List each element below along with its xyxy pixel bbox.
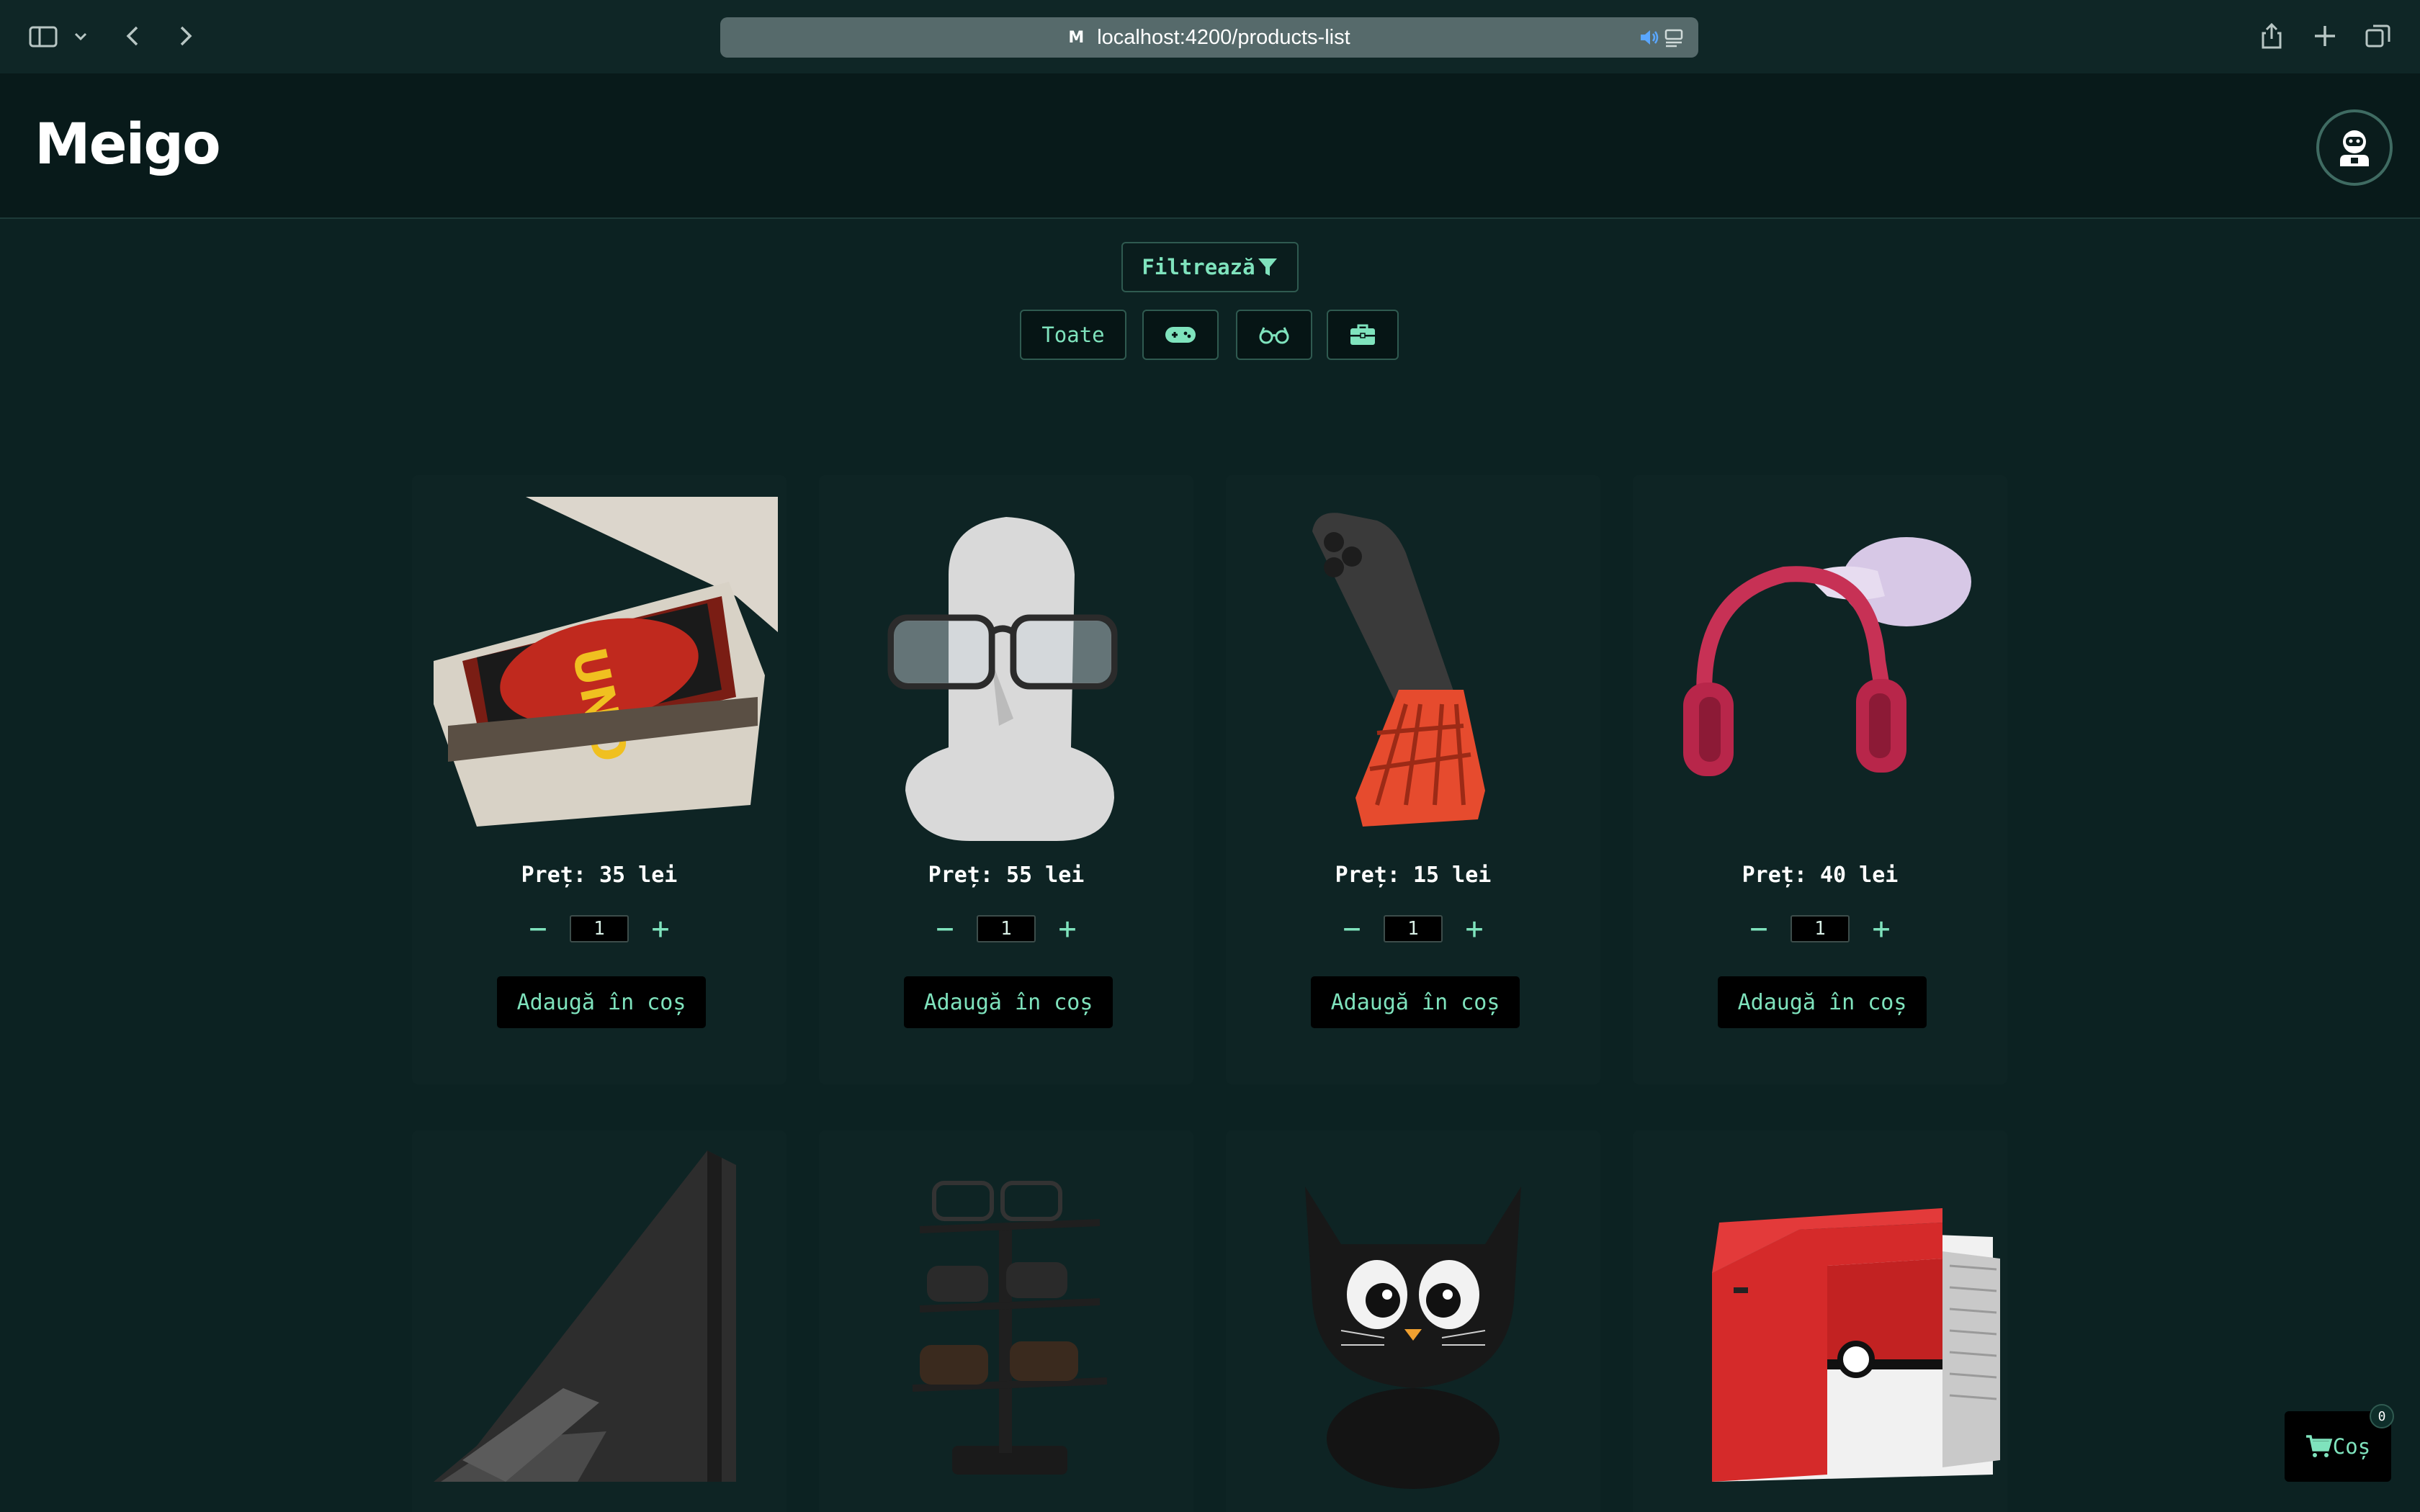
product-image[interactable]: UNO	[419, 488, 779, 848]
back-icon[interactable]	[120, 22, 148, 50]
category-all-label: Toate	[1041, 323, 1105, 347]
funnel-icon	[1258, 258, 1277, 276]
chevron-down-icon[interactable]	[72, 22, 89, 50]
add-to-cart-button[interactable]: Adaugă în coș	[1718, 976, 1927, 1028]
briefcase-icon	[1350, 324, 1375, 345]
increase-quantity-button[interactable]: +	[1865, 913, 1897, 945]
forward-icon[interactable]	[170, 22, 199, 50]
add-to-cart-button[interactable]: Adaugă în coș	[1311, 976, 1520, 1028]
increase-quantity-button[interactable]: +	[1052, 913, 1083, 945]
sidebar-toggle-icon[interactable]	[29, 22, 58, 50]
product-card	[412, 1130, 786, 1512]
category-all-button[interactable]: Toate	[1020, 310, 1126, 360]
filter-label: Filtrează	[1142, 255, 1255, 279]
add-to-cart-button[interactable]: Adaugă în coș	[497, 976, 706, 1028]
product-image[interactable]	[1640, 1143, 2000, 1503]
quantity-input[interactable]: 1	[1384, 915, 1443, 942]
url-text[interactable]: localhost:4200/products-list	[1097, 26, 1350, 50]
category-office-button[interactable]	[1327, 310, 1399, 360]
product-image[interactable]	[419, 1143, 779, 1503]
quantity-stepper: − 1 +	[819, 913, 1193, 945]
decrease-quantity-button[interactable]: −	[929, 913, 961, 945]
product-price: Preț: 15 lei	[1335, 863, 1492, 888]
add-to-cart-button[interactable]: Adaugă în coș	[904, 976, 1113, 1028]
account-button[interactable]	[2316, 109, 2393, 186]
product-card	[1226, 1130, 1600, 1512]
reader-mode-icon[interactable]	[1664, 27, 1684, 48]
product-price: Preț: 40 lei	[1742, 863, 1899, 888]
decrease-quantity-button[interactable]: −	[1743, 913, 1775, 945]
category-glasses-button[interactable]	[1236, 310, 1312, 360]
glasses-icon	[1259, 327, 1289, 344]
product-price: Preț: 35 lei	[521, 863, 678, 888]
quantity-input[interactable]: 1	[570, 915, 629, 942]
browser-toolbar: M localhost:4200/products-list	[0, 0, 2420, 73]
audio-playing-icon[interactable]	[1638, 26, 1661, 49]
address-bar[interactable]: M localhost:4200/products-list	[720, 17, 1698, 58]
product-image[interactable]	[1233, 1143, 1593, 1503]
product-image[interactable]	[826, 1143, 1186, 1503]
cart-count-badge: 0	[2370, 1404, 2394, 1428]
tab-overview-icon[interactable]	[2364, 22, 2393, 50]
new-tab-icon[interactable]	[2311, 22, 2339, 50]
filter-button[interactable]: Filtrează	[1121, 242, 1299, 292]
quantity-stepper: − 1 +	[1633, 913, 2007, 945]
product-card	[819, 1130, 1193, 1512]
quantity-input[interactable]: 1	[1791, 915, 1850, 942]
product-card: UNO Preț: 35 lei − 1 + Adaugă în coș	[412, 475, 786, 1084]
product-image[interactable]	[826, 488, 1186, 848]
cart-label: Coș	[2332, 1434, 2371, 1459]
share-icon[interactable]	[2257, 22, 2286, 50]
product-card: Preț: 55 lei − 1 + Adaugă în coș	[819, 475, 1193, 1084]
site-favicon: M	[1068, 28, 1085, 47]
product-card: Preț: 40 lei − 1 + Adaugă în coș	[1633, 475, 2007, 1084]
decrease-quantity-button[interactable]: −	[522, 913, 554, 945]
decrease-quantity-button[interactable]: −	[1336, 913, 1368, 945]
product-price: Preț: 55 lei	[928, 863, 1085, 888]
increase-quantity-button[interactable]: +	[645, 913, 676, 945]
product-image[interactable]	[1233, 488, 1593, 848]
product-card: Preț: 15 lei − 1 + Adaugă în coș	[1226, 475, 1600, 1084]
category-games-button[interactable]	[1142, 310, 1219, 360]
increase-quantity-button[interactable]: +	[1458, 913, 1490, 945]
cart-icon	[2305, 1435, 2333, 1457]
site-logo[interactable]: Meigo	[35, 112, 221, 177]
product-card	[1633, 1130, 2007, 1512]
quantity-input[interactable]: 1	[977, 915, 1036, 942]
product-image[interactable]	[1640, 488, 2000, 848]
gamepad-icon	[1165, 327, 1196, 343]
site-header: Meigo	[0, 73, 2420, 219]
robot-avatar-icon	[2340, 130, 2369, 166]
quantity-stepper: − 1 +	[412, 913, 786, 945]
quantity-stepper: − 1 +	[1226, 913, 1600, 945]
